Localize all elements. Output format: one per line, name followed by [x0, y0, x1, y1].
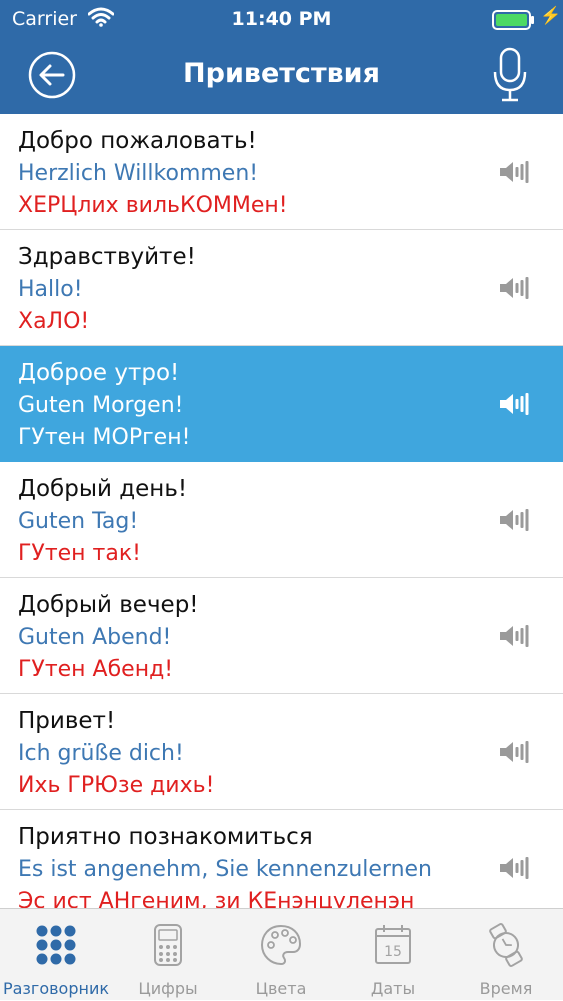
phrase-list: Добро пожаловать! Herzlich Willkommen! Х…	[0, 114, 563, 908]
phrase-russian: Здравствуйте!	[18, 244, 196, 270]
dots-grid-icon	[34, 923, 78, 967]
speaker-icon[interactable]	[497, 739, 531, 765]
phrase-russian: Приятно познакомиться	[18, 824, 313, 850]
tab-label: Цифры	[138, 979, 198, 998]
phrase-german: Guten Tag!	[18, 509, 139, 534]
tab-label: Разговорник	[2, 979, 110, 998]
phrase-german: Guten Abend!	[18, 625, 172, 650]
phrase-row[interactable]: Добро пожаловать! Herzlich Willkommen! Х…	[0, 114, 563, 230]
phrase-german: Hallo!	[18, 277, 83, 302]
phrase-russian: Привет!	[18, 708, 116, 734]
tab-label: Даты	[370, 979, 416, 998]
phrase-row[interactable]: Добрый вечер! Guten Abend! ГУтен Абенд!	[0, 578, 563, 694]
phrase-german: Guten Morgen!	[18, 393, 184, 418]
phrase-german: Herzlich Willkommen!	[18, 161, 259, 186]
tab-watch[interactable]: Время	[450, 909, 562, 1001]
phrase-russian: Доброе утро!	[18, 360, 180, 386]
status-bar: Carrier 11:40 PM ⚡	[0, 0, 563, 36]
charging-icon: ⚡	[540, 6, 562, 25]
phrase-transliteration: ГУтен МОРген!	[18, 425, 191, 450]
tab-label: Время	[479, 979, 533, 998]
phrase-transliteration: ГУтен так!	[18, 541, 141, 566]
calendar-icon: 15	[371, 923, 415, 967]
nav-bar: Приветствия	[0, 36, 563, 114]
phrase-german: Ich grüße dich!	[18, 741, 184, 766]
phrase-transliteration: Эс ист АНгеним, зи КЕнэнцуленэн	[18, 889, 415, 908]
speaker-icon[interactable]	[497, 391, 531, 417]
calendar-icon-date: 15	[384, 944, 402, 960]
speaker-icon[interactable]	[497, 623, 531, 649]
status-time: 11:40 PM	[231, 8, 332, 30]
phrase-row[interactable]: Приятно познакомиться Es ist angenehm, S…	[0, 810, 563, 908]
calculator-icon	[146, 923, 190, 967]
phrase-row[interactable]: Добрый день! Guten Tag! ГУтен так!	[0, 462, 563, 578]
watch-icon	[484, 923, 528, 967]
phrase-russian: Добро пожаловать!	[18, 128, 257, 154]
phrase-row[interactable]: Привет! Ich grüße dich! Ихь ГРЮзе дихь!	[0, 694, 563, 810]
speaker-icon[interactable]	[497, 507, 531, 533]
tab-palette[interactable]: Цвета	[225, 909, 337, 1001]
tab-calendar[interactable]: 15 Даты	[337, 909, 449, 1001]
phrase-row[interactable]: Доброе утро! Guten Morgen! ГУтен МОРген!	[0, 346, 563, 462]
page-title: Приветствия	[183, 58, 380, 89]
tab-label: Цвета	[255, 979, 307, 998]
phrase-transliteration: ГУтен Абенд!	[18, 657, 174, 682]
phrase-transliteration: Ихь ГРЮзе дихь!	[18, 773, 215, 798]
tab-calculator[interactable]: Цифры	[112, 909, 224, 1001]
palette-icon	[259, 923, 303, 967]
phrase-transliteration: ХаЛО!	[18, 309, 90, 334]
tab-bar: Разговорник Цифры Цвета 15 Даты Время	[0, 908, 563, 1000]
phrase-russian: Добрый вечер!	[18, 592, 199, 618]
microphone-icon[interactable]	[490, 46, 530, 104]
tab-dots-grid[interactable]: Разговорник	[0, 909, 112, 1001]
phrase-russian: Добрый день!	[18, 476, 188, 502]
phrase-row[interactable]: Здравствуйте! Hallo! ХаЛО!	[0, 230, 563, 346]
speaker-icon[interactable]	[497, 159, 531, 185]
phrase-german: Es ist angenehm, Sie kennenzulernen	[18, 857, 432, 882]
battery-icon	[492, 10, 534, 30]
speaker-icon[interactable]	[497, 275, 531, 301]
phrase-transliteration: ХЕРЦлих вильКОММен!	[18, 193, 288, 218]
speaker-icon[interactable]	[497, 855, 531, 881]
